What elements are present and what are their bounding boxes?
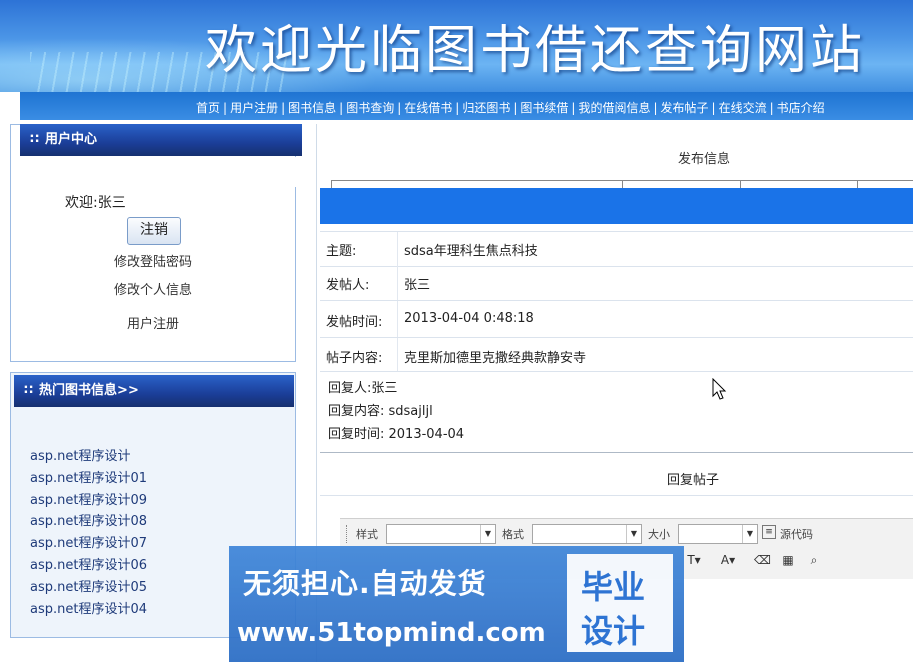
watermark-url: www.51topmind.com [237,618,546,648]
hot-books-header: ∷ 热门图书信息>> [14,375,294,407]
field-label: 发帖人: [326,278,370,293]
hot-book-link[interactable]: asp.net程序设计04 [30,598,147,620]
format-label: 格式 [502,528,524,541]
edit-profile-link[interactable]: 修改个人信息 [78,279,228,298]
nav-forum[interactable]: 在线交流 [719,101,767,115]
hot-book-link[interactable]: asp.net程序设计07 [30,532,147,554]
nav-book-search[interactable]: 图书查询 [346,101,394,115]
chevron-down-icon: ▼ [480,525,495,543]
text-color-icon[interactable]: T▾ [686,552,702,568]
field-label: 主题: [326,244,357,259]
field-label: 帖子内容: [326,351,383,366]
watermark-slogan: 无须担心.自动发货 [243,567,487,600]
size-select[interactable]: ▼ [678,524,758,544]
reply-post-title: 回复帖子 [667,473,720,488]
hot-book-link[interactable]: asp.net程序设计06 [30,554,147,576]
nav-renew[interactable]: 图书续借 [520,101,568,115]
hot-book-link[interactable]: asp.net程序设计08 [30,510,147,532]
field-label: 发帖时间: [326,315,383,330]
highlight-color-icon[interactable]: A▾ [720,552,736,568]
banner-title: 欢迎光临图书借还查询网站 [205,21,866,81]
hot-book-link[interactable]: asp.net程序设计05 [30,576,147,598]
nav-register[interactable]: 用户注册 [230,101,278,115]
nav-post[interactable]: 发布帖子 [661,101,709,115]
post-time: 2013-04-04 0:48:18 [404,311,534,326]
mouse-cursor-icon [712,378,727,400]
preview-icon[interactable]: ⌕ [806,552,822,568]
post-field-row: 发帖时间: 2013-04-04 0:48:18 [320,301,913,338]
style-select[interactable]: ▼ [386,524,496,544]
chevron-down-icon: ▼ [742,525,757,543]
reply-content: 回复内容: sdsajljl [328,404,433,419]
chevron-down-icon: ▼ [626,525,641,543]
reply-entry: 回复人:张三 回复内容: sdsajljl 回复时间: 2013-04-04 [320,372,913,453]
user-register-link[interactable]: 用户注册 [78,313,228,332]
top-nav: 首页 | 用户注册 | 图书信息 | 图书查询 | 在线借书 | 归还图书 | 图书续借 | 我的借阅信息 |… [20,92,913,120]
nav-return-books[interactable]: 归还图书 [462,101,510,115]
nav-my-borrowing[interactable]: 我的借阅信息 [578,101,650,115]
post-author: 张三 [404,278,431,293]
style-label: 样式 [356,528,378,541]
eraser-icon[interactable]: ⌫ [754,552,771,568]
watermark-overlay: 无须担心.自动发货 www.51topmind.com 毕业 设计 [229,546,684,662]
user-center-header: ∷ 用户中心 [20,124,302,156]
change-password-link[interactable]: 修改登陆密码 [78,251,228,270]
source-code-button[interactable]: 源代码 [780,526,813,542]
welcome-text: 欢迎:张三 [65,195,126,211]
hot-book-link[interactable]: asp.net程序设计 [30,445,147,467]
toolbar-grip [346,525,349,543]
nav-book-info[interactable]: 图书信息 [288,101,336,115]
size-label: 大小 [648,528,670,541]
table-icon[interactable]: ▦ [780,552,796,568]
bullet-icon: ∷ [24,383,34,398]
logout-button[interactable]: 注销 [127,217,181,245]
post-field-row: 发帖人: 张三 [320,266,913,301]
reply-post-header: 回复帖子 [320,455,913,496]
nav-borrow-online[interactable]: 在线借书 [404,101,452,115]
reply-author: 回复人:张三 [328,381,398,396]
nav-items: 首页 | 用户注册 | 图书信息 | 图书查询 | 在线借书 | 归还图书 | 图书续借 | 我的借阅信息 |… [196,101,825,115]
hot-book-link[interactable]: asp.net程序设计01 [30,467,147,489]
post-field-row: 帖子内容: 克里斯加德里克撒经典款静安寺 [320,338,913,372]
source-code-icon[interactable]: ≡ [762,525,776,539]
hot-books-list: asp.net程序设计 asp.net程序设计01 asp.net程序设计09 … [30,445,147,619]
site-banner: 欢迎光临图书借还查询网站 [0,0,913,92]
bullet-icon: ∷ [30,132,40,147]
post-subject: sdsa年理科生焦点科技 [404,244,538,259]
post-header-bar [320,188,913,224]
post-section-title: 发布信息 [678,152,731,167]
nav-about[interactable]: 书店介绍 [777,101,825,115]
nav-home[interactable]: 首页 [196,101,220,115]
reply-time: 回复时间: 2013-04-04 [328,427,465,442]
watermark-badge: 毕业 设计 [567,554,673,652]
hot-book-link[interactable]: asp.net程序设计09 [30,489,147,511]
post-field-row: 主题: sdsa年理科生焦点科技 [320,231,913,267]
format-select[interactable]: ▼ [532,524,642,544]
post-content: 克里斯加德里克撒经典款静安寺 [404,351,587,366]
